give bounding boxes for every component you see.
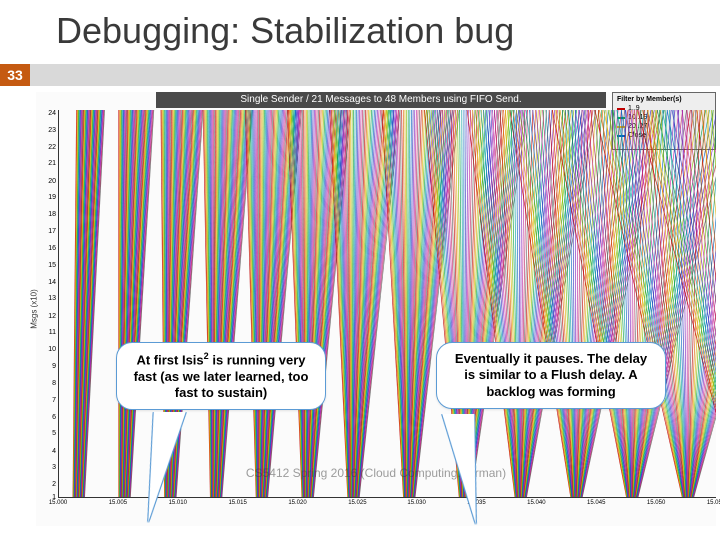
slide-number-badge: 33 xyxy=(0,64,30,86)
legend-title: Filter by Member(s) xyxy=(617,95,711,104)
slide-title: Debugging: Stabilization bug xyxy=(56,10,514,52)
y-axis-ticks: 24 23 22 21 20 19 18 17 16 15 14 13 12 1… xyxy=(36,110,58,498)
callout-right: Eventually it pauses. The delay is simil… xyxy=(436,342,666,409)
chart-area: Single Sender / 21 Messages to 48 Member… xyxy=(36,92,716,526)
slide: Debugging: Stabilization bug 33 Single S… xyxy=(0,0,720,540)
callout-bubble: Eventually it pauses. The delay is simil… xyxy=(436,342,666,409)
chart-title: Single Sender / 21 Messages to 48 Member… xyxy=(156,92,606,108)
title-underline-strip xyxy=(30,64,720,86)
callout-left: At first Isis2 is running very fast (as … xyxy=(116,342,326,410)
callout-bubble: At first Isis2 is running very fast (as … xyxy=(116,342,326,410)
